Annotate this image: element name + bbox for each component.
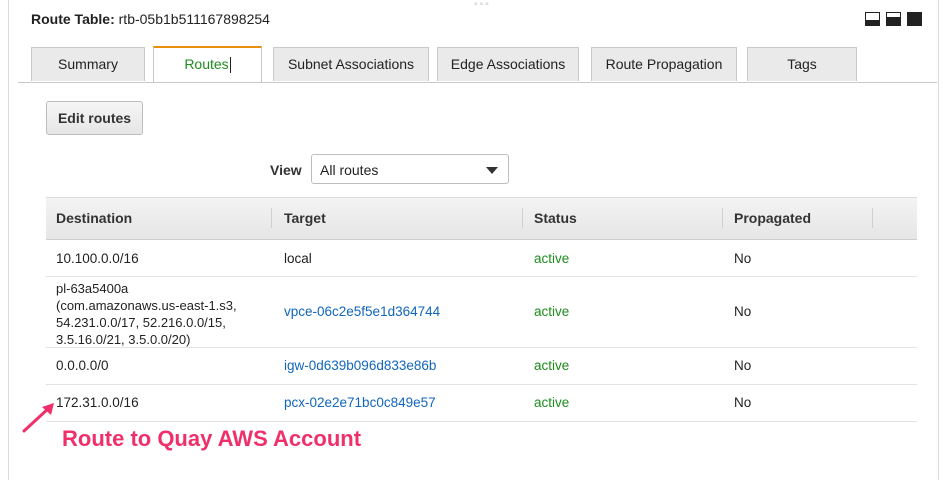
- route-table-label: Route Table:: [31, 11, 115, 27]
- tab-edge-associations[interactable]: Edge Associations: [437, 47, 579, 81]
- edit-routes-button[interactable]: Edit routes: [46, 101, 143, 135]
- text-cursor: [229, 57, 231, 74]
- tab-subnet-associations[interactable]: Subnet Associations: [273, 47, 429, 81]
- target-link[interactable]: vpce-06c2e5f5e1d364744: [274, 304, 440, 319]
- status-cell: active: [534, 395, 570, 410]
- tab-route-propagation[interactable]: Route Propagation: [591, 47, 737, 81]
- route-table-id: rtb-05b1b511167898254: [118, 11, 270, 27]
- tab-routes[interactable]: Routes: [153, 46, 262, 82]
- propagated-cell: No: [734, 251, 752, 266]
- table-row[interactable]: 10.100.0.0/16 local active No: [46, 240, 917, 277]
- column-divider[interactable]: [522, 208, 523, 228]
- maximize-icon[interactable]: [907, 12, 922, 26]
- minimize-icon[interactable]: [865, 12, 880, 26]
- table-header: Destination Target Status Propagated: [46, 197, 917, 240]
- routes-table: Destination Target Status Propagated 10.…: [46, 197, 917, 422]
- tab-routes-label: Routes: [184, 56, 229, 72]
- status-cell: active: [534, 304, 570, 319]
- target-link[interactable]: igw-0d639b096d833e86b: [274, 358, 436, 373]
- column-header-destination[interactable]: Destination: [46, 198, 271, 239]
- table-row[interactable]: 0.0.0.0/0 igw-0d639b096d833e86b active N…: [46, 348, 917, 385]
- target-link[interactable]: pcx-02e2e71bc0c849e57: [274, 395, 436, 410]
- column-header-propagated[interactable]: Propagated: [724, 198, 874, 239]
- restore-icon[interactable]: [886, 12, 901, 26]
- annotation-label: Route to Quay AWS Account: [62, 426, 362, 451]
- tab-bar: Summary Routes Subnet Associations Edge …: [18, 46, 937, 83]
- status-cell: active: [534, 251, 570, 266]
- tab-tags[interactable]: Tags: [747, 47, 857, 81]
- column-divider[interactable]: [722, 208, 723, 228]
- annotation-arrow-icon: [22, 403, 54, 433]
- column-header-target[interactable]: Target: [274, 198, 524, 239]
- destination-cell: 0.0.0.0/0: [56, 358, 109, 373]
- propagated-cell: No: [734, 358, 752, 373]
- column-divider[interactable]: [271, 208, 272, 228]
- status-cell: active: [534, 358, 570, 373]
- tab-summary[interactable]: Summary: [31, 47, 145, 81]
- view-select-value: All routes: [320, 162, 379, 178]
- propagated-cell: No: [734, 304, 752, 319]
- destination-cell: 10.100.0.0/16: [56, 251, 139, 266]
- destination-cell: pl-63a5400a (com.amazonaws.us-east-1.s3,…: [56, 281, 237, 347]
- chevron-down-icon: [486, 167, 498, 174]
- column-header-status[interactable]: Status: [524, 198, 724, 239]
- window-controls: [865, 12, 922, 26]
- view-select[interactable]: All routes: [311, 154, 509, 184]
- table-row[interactable]: pl-63a5400a (com.amazonaws.us-east-1.s3,…: [46, 277, 917, 348]
- table-row[interactable]: 172.31.0.0/16 pcx-02e2e71bc0c849e57 acti…: [46, 385, 917, 422]
- propagated-cell: No: [734, 395, 752, 410]
- view-label: View: [270, 162, 302, 178]
- route-table-header: Route Table: rtb-05b1b511167898254: [31, 11, 270, 27]
- resize-grip[interactable]: °°°: [474, 1, 491, 11]
- column-divider[interactable]: [872, 208, 873, 228]
- target-cell: local: [284, 251, 312, 266]
